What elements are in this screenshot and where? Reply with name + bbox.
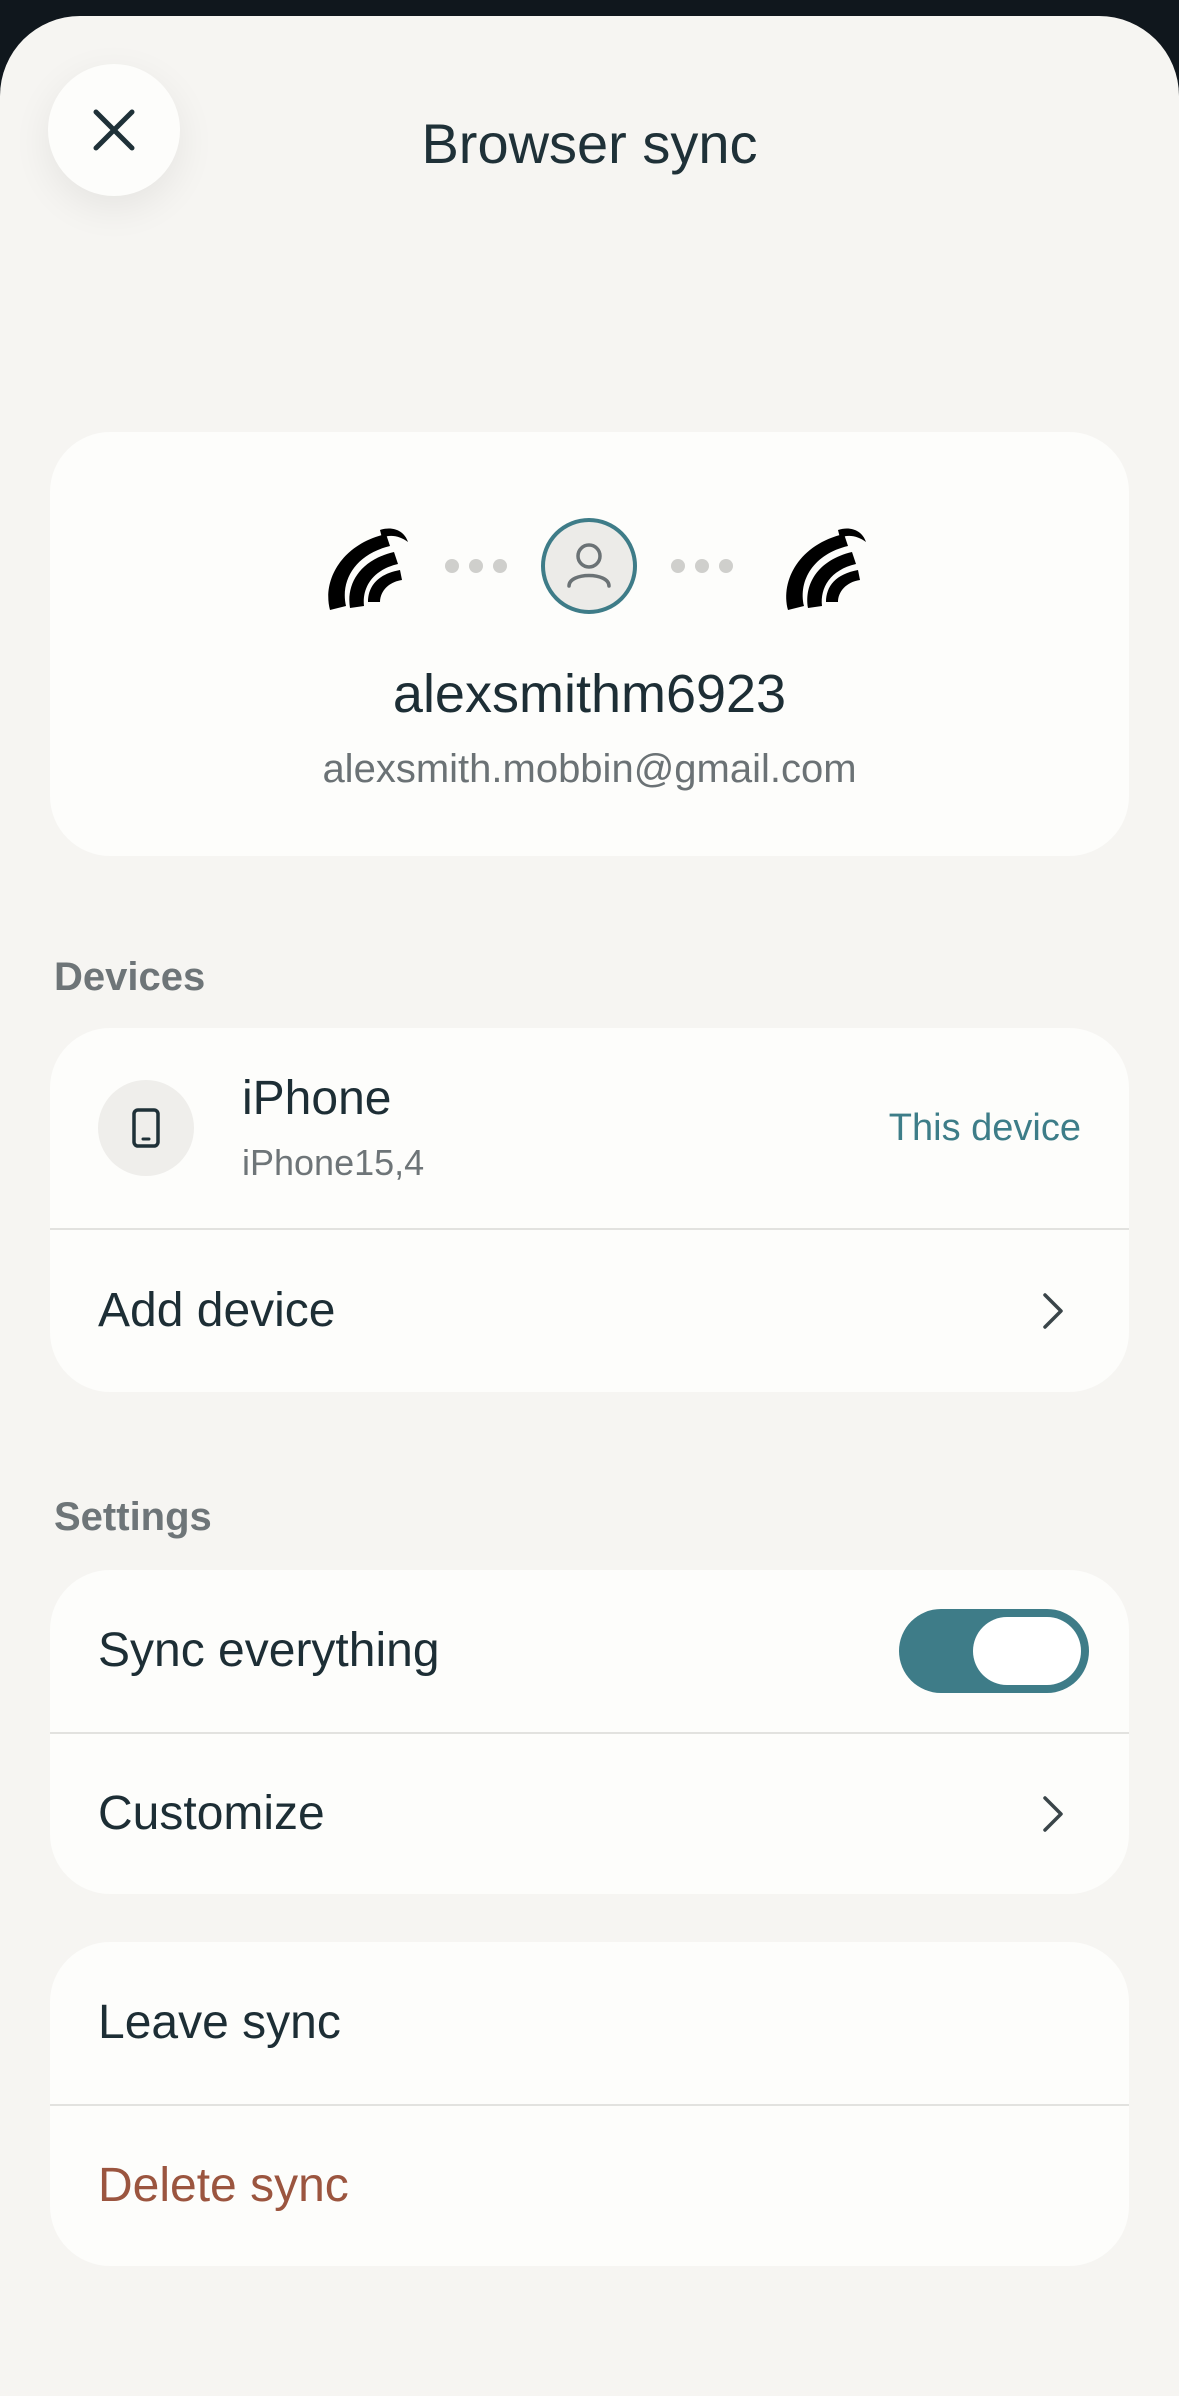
sync-everything-label: Sync everything (98, 1624, 440, 1677)
toggle-knob (973, 1617, 1081, 1685)
settings-card: Sync everything Customize (50, 1570, 1129, 1894)
browser-logo-icon (328, 528, 408, 610)
account-email: alexsmith.mobbin@gmail.com (322, 747, 857, 791)
sync-everything-row: Sync everything (50, 1570, 1129, 1732)
phone-icon (132, 1108, 160, 1148)
add-device-button[interactable]: Add device (50, 1230, 1129, 1392)
settings-section-label: Settings (54, 1495, 212, 1539)
sync-sheet: Browser sync alexsmithm6923 alexsmith.mo… (0, 16, 1179, 2396)
page-title: Browser sync (421, 112, 758, 175)
connection-dots (445, 559, 507, 573)
delete-sync-label: Delete sync (98, 2159, 349, 2212)
account-username: alexsmithm6923 (392, 664, 787, 724)
devices-card: iPhone iPhone15,4 This device Add device (50, 1028, 1129, 1392)
add-device-label: Add device (98, 1284, 336, 1337)
chevron-right-icon (1043, 1293, 1063, 1329)
device-model: iPhone15,4 (242, 1142, 425, 1183)
connection-dots (671, 559, 733, 573)
browser-logo-icon (786, 528, 866, 610)
sync-everything-toggle[interactable] (899, 1609, 1089, 1693)
device-info: iPhone iPhone15,4 (242, 1071, 424, 1185)
device-row-iphone[interactable]: iPhone iPhone15,4 This device (50, 1028, 1129, 1228)
customize-label: Customize (98, 1787, 325, 1840)
profile-card: alexsmithm6923 alexsmith.mobbin@gmail.co… (50, 432, 1129, 856)
chevron-right-icon (1043, 1796, 1063, 1832)
device-icon-badge (98, 1080, 194, 1176)
leave-sync-label: Leave sync (98, 1996, 341, 2049)
customize-button[interactable]: Customize (50, 1734, 1129, 1894)
sync-graphic (328, 518, 866, 614)
leave-sync-button[interactable]: Leave sync (50, 1942, 1129, 2104)
delete-sync-button[interactable]: Delete sync (50, 2106, 1129, 2266)
sync-actions-card: Leave sync Delete sync (50, 1942, 1129, 2266)
device-name: iPhone (242, 1072, 392, 1125)
this-device-badge: This device (888, 1106, 1081, 1149)
user-avatar-icon (541, 518, 637, 614)
devices-section-label: Devices (54, 955, 206, 999)
